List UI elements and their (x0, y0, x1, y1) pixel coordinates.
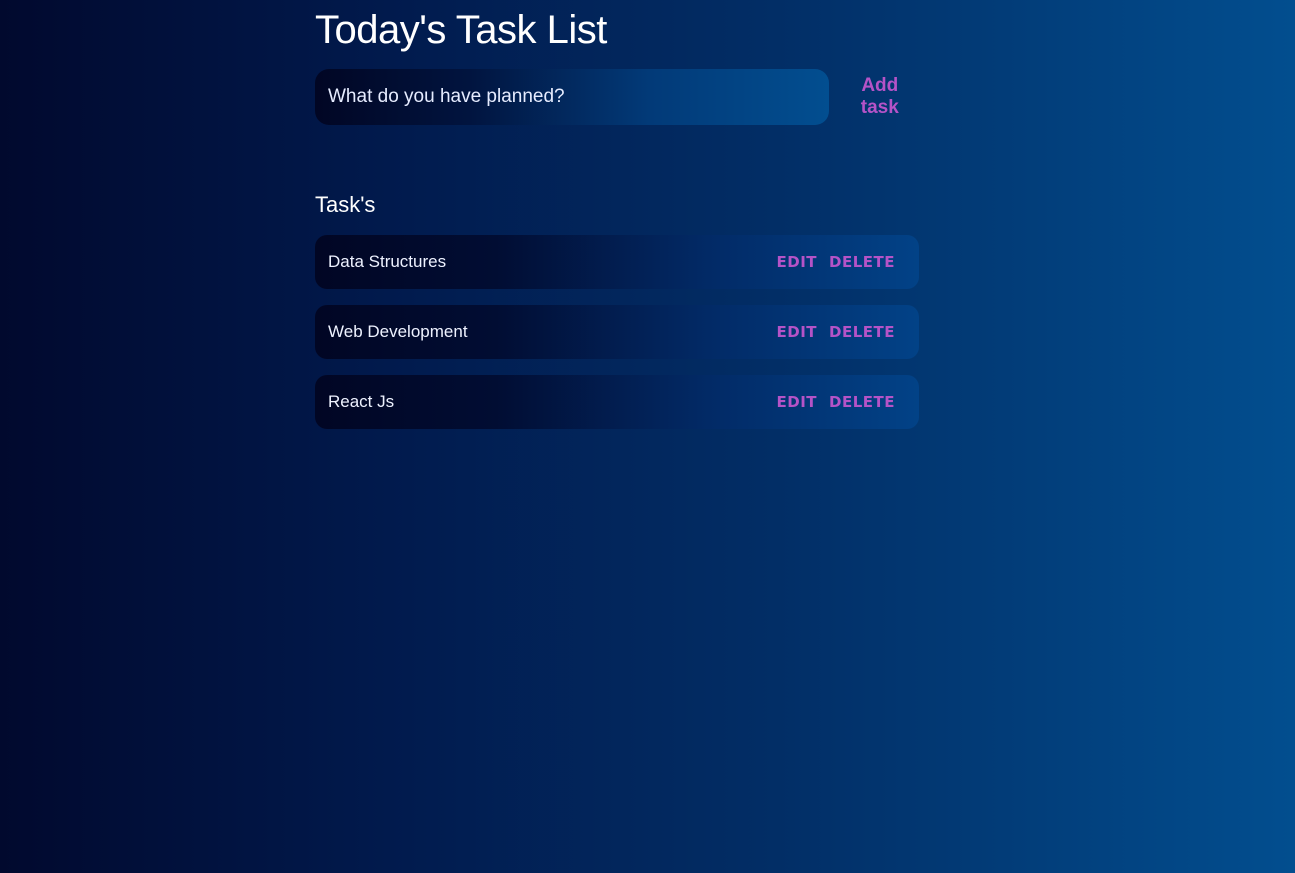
task-input[interactable] (315, 69, 829, 125)
task-actions: EDIT DELETE (777, 323, 896, 341)
tasks-heading: Task's (315, 192, 376, 217)
task-item: Data Structures EDIT DELETE (315, 235, 919, 289)
task-name: Web Development (328, 322, 468, 341)
task-actions: EDIT DELETE (777, 393, 896, 411)
task-item: React Js EDIT DELETE (315, 375, 919, 429)
delete-button[interactable]: DELETE (829, 323, 895, 341)
task-item: Web Development EDIT DELETE (315, 305, 919, 359)
task-list: Data Structures EDIT DELETE Web Developm… (315, 235, 919, 429)
task-name: React Js (328, 392, 395, 411)
add-task-button[interactable]: Add task (841, 75, 919, 119)
delete-button[interactable]: DELETE (829, 253, 895, 271)
add-task-form: Add task (315, 69, 919, 125)
edit-button[interactable]: EDIT (777, 393, 818, 411)
delete-button[interactable]: DELETE (829, 393, 895, 411)
edit-button[interactable]: EDIT (777, 323, 818, 341)
task-actions: EDIT DELETE (777, 253, 896, 271)
task-name: Data Structures (328, 252, 447, 271)
edit-button[interactable]: EDIT (777, 253, 818, 271)
task-app: Today's Task List Add task Task's Data S… (315, 0, 919, 445)
page-title: Today's Task List (315, 8, 607, 52)
